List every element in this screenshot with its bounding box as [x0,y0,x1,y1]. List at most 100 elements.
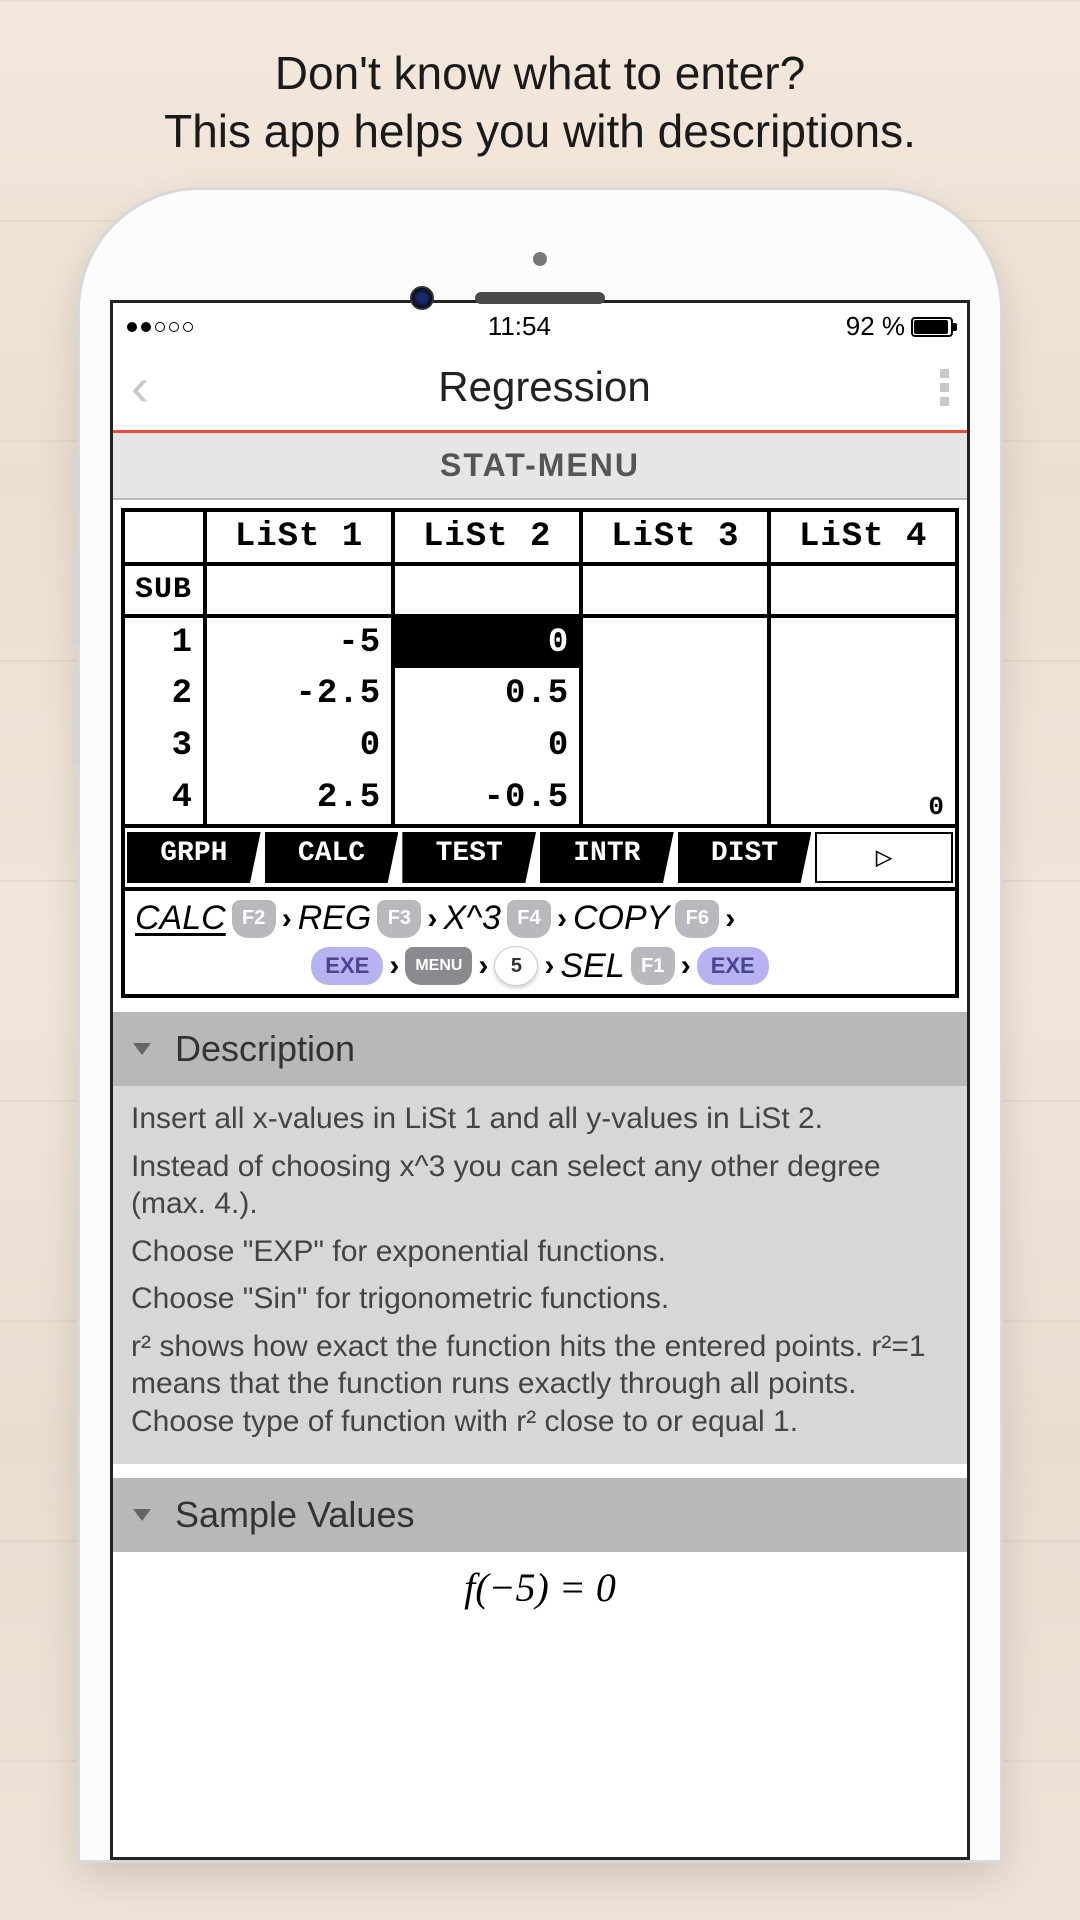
sample-formula: f(−5) = 0 [113,1552,967,1623]
table-row: 1 -5 0 [125,616,955,668]
chevron-down-icon [133,1509,151,1521]
description-body: Insert all x-values in LiSt 1 and all y-… [113,1086,967,1464]
cell[interactable] [769,720,955,772]
description-header[interactable]: Description [113,1012,967,1086]
promo-text: Don't know what to enter? This app helps… [0,0,1080,190]
chevron-right-icon: › [478,949,488,983]
softkey-row: GRPH CALC TEST INTR DIST ▷ [125,824,955,887]
signal-dots-icon [127,322,193,332]
menu-button[interactable] [940,369,949,406]
f1-key-icon: F1 [631,947,675,985]
cell[interactable] [581,668,769,720]
f3-key-icon: F3 [377,900,421,938]
desc-para: Insert all x-values in LiSt 1 and all y-… [131,1100,949,1138]
exe-key-icon: EXE [697,947,769,985]
path-calc: CALC [135,899,226,938]
battery-icon [911,317,953,337]
phone-side-switch [72,455,80,510]
chevron-right-icon: › [725,902,735,936]
table-header-blank [125,512,205,564]
menu-key-icon: MENU [405,947,472,985]
chevron-right-icon: › [427,902,437,936]
table-row: 4 2.5 -0.5 0 [125,772,955,824]
sample-values-header[interactable]: Sample Values [113,1478,967,1552]
path-reg: REG [298,899,372,938]
table-row: 3 0 0 [125,720,955,772]
cell[interactable] [581,616,769,668]
page-title: Regression [438,363,650,411]
cursor-value: 0 [928,792,945,822]
description-title: Description [175,1028,355,1070]
f2-key-icon: F2 [232,900,276,938]
row-idx: 3 [125,720,205,772]
row-idx: 4 [125,772,205,824]
desc-para: Instead of choosing x^3 you can select a… [131,1148,949,1223]
path-copy: COPY [573,899,669,938]
cell[interactable]: 0 [205,720,393,772]
cell[interactable]: -2.5 [205,668,393,720]
phone-speaker [475,292,605,304]
chevron-right-icon: › [681,949,691,983]
path-row-1: CALC F2 › REG F3 › X^3 F4 › COPY F6 › [135,899,945,938]
num-5-key-icon: 5 [494,946,538,986]
nav-bar: ‹ Regression [113,350,967,433]
chevron-right-icon: › [389,949,399,983]
sample-values-title: Sample Values [175,1494,414,1536]
f4-key-icon: F4 [507,900,551,938]
softkey-test[interactable]: TEST [402,832,536,883]
desc-para: Choose "Sin" for trigonometric functions… [131,1280,949,1318]
softkey-intr[interactable]: INTR [540,832,674,883]
sub-label: SUB [125,564,205,616]
phone-volume-down [72,670,80,765]
table-row: 2 -2.5 0.5 [125,668,955,720]
stat-menu-header: STAT-MENU [113,433,967,500]
table-header-row: LiSt 1 LiSt 2 LiSt 3 LiSt 4 [125,512,955,564]
softkey-calc[interactable]: CALC [265,832,399,883]
cell-selected[interactable]: 0 [393,616,581,668]
softkey-more[interactable]: ▷ [815,832,953,883]
cell[interactable] [581,772,769,824]
path-sel: SEL [560,947,624,986]
status-bar: 11:54 92 % [113,303,967,350]
key-path: CALC F2 › REG F3 › X^3 F4 › COPY F6 › EX… [121,891,959,998]
table-header-list3: LiSt 3 [581,512,769,564]
cell[interactable]: 0 [769,772,955,824]
f6-key-icon: F6 [675,900,719,938]
path-x3: X^3 [443,899,501,938]
promo-line-1: Don't know what to enter? [40,45,1040,103]
row-idx: 2 [125,668,205,720]
back-button[interactable]: ‹ [131,360,149,414]
cell[interactable] [581,720,769,772]
phone-volume-up [72,550,80,645]
cell[interactable]: 0 [393,720,581,772]
row-idx: 1 [125,616,205,668]
cell[interactable] [769,668,955,720]
path-row-2: EXE › MENU › 5 › SEL F1 › EXE [135,946,945,986]
battery-indicator: 92 % [846,311,953,342]
table-header-list4: LiSt 4 [769,512,955,564]
desc-para: Choose "EXP" for exponential functions. [131,1233,949,1271]
cell[interactable]: 0.5 [393,668,581,720]
calculator-screen: LiSt 1 LiSt 2 LiSt 3 LiSt 4 SUB 1 -5 0 [121,508,959,891]
softkey-grph[interactable]: GRPH [127,832,261,883]
chevron-right-icon: › [557,902,567,936]
chevron-right-icon: › [544,949,554,983]
table-sub-row: SUB [125,564,955,616]
softkey-dist[interactable]: DIST [678,832,812,883]
table-header-list1: LiSt 1 [205,512,393,564]
phone-frame: 11:54 92 % ‹ Regression STAT-MENU LiSt 1… [80,190,1000,1860]
table-header-list2: LiSt 2 [393,512,581,564]
phone-screen: 11:54 92 % ‹ Regression STAT-MENU LiSt 1… [110,300,970,1860]
cell[interactable]: 2.5 [205,772,393,824]
cell[interactable]: -5 [205,616,393,668]
desc-para: r² shows how exact the function hits the… [131,1328,949,1441]
list-table: LiSt 1 LiSt 2 LiSt 3 LiSt 4 SUB 1 -5 0 [125,512,955,824]
phone-camera [410,286,434,310]
battery-percent: 92 % [846,311,905,342]
chevron-right-icon: › [282,902,292,936]
cell[interactable]: -0.5 [393,772,581,824]
promo-line-2: This app helps you with descriptions. [40,103,1040,161]
cell[interactable] [769,616,955,668]
exe-key-icon: EXE [311,947,383,985]
status-time: 11:54 [488,311,551,342]
